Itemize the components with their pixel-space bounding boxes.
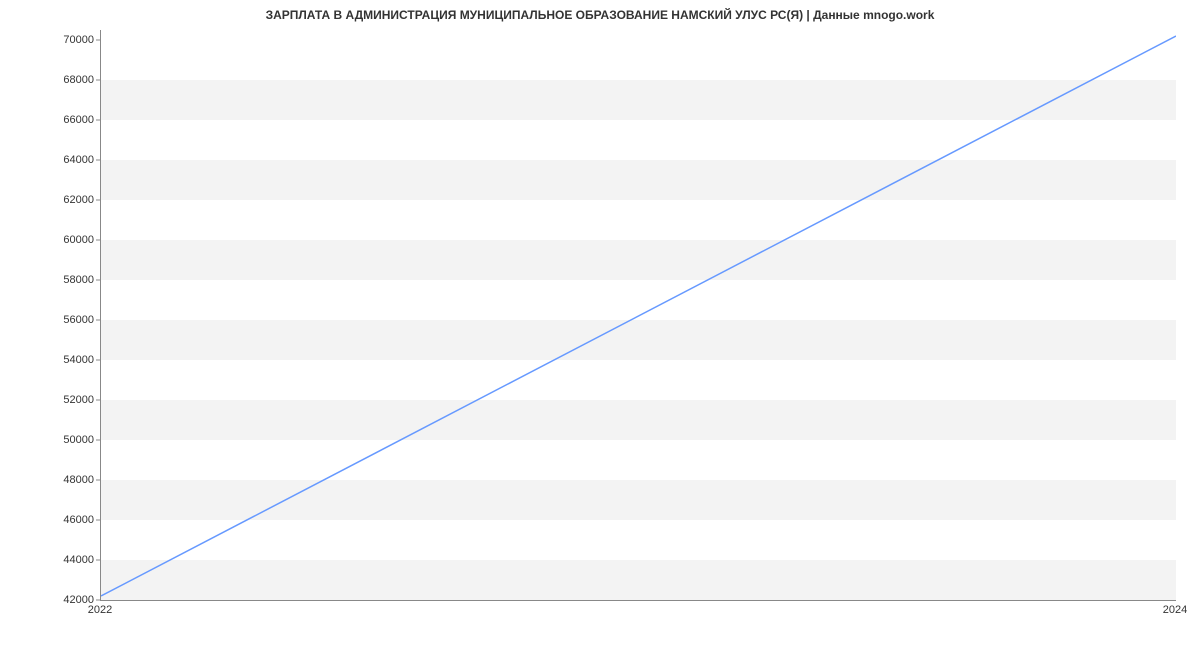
y-tick-mark [96, 240, 100, 241]
chart-container: ЗАРПЛАТА В АДМИНИСТРАЦИЯ МУНИЦИПАЛЬНОЕ О… [0, 0, 1200, 650]
y-tick-label: 62000 [4, 194, 94, 206]
y-tick-mark [96, 200, 100, 201]
y-tick-mark [96, 520, 100, 521]
y-tick-mark [96, 160, 100, 161]
y-tick-label: 64000 [4, 154, 94, 166]
y-tick-label: 50000 [4, 434, 94, 446]
y-tick-mark [96, 360, 100, 361]
y-tick-label: 66000 [4, 114, 94, 126]
y-tick-label: 70000 [4, 34, 94, 46]
x-tick-label: 2024 [1163, 604, 1187, 616]
y-tick-label: 56000 [4, 314, 94, 326]
y-tick-label: 42000 [4, 594, 94, 606]
y-tick-mark [96, 80, 100, 81]
y-tick-label: 48000 [4, 474, 94, 486]
y-tick-mark [96, 600, 100, 601]
y-tick-mark [96, 120, 100, 121]
x-tick-label: 2022 [88, 604, 112, 616]
y-tick-mark [96, 280, 100, 281]
y-tick-label: 54000 [4, 354, 94, 366]
y-tick-label: 60000 [4, 234, 94, 246]
y-tick-label: 58000 [4, 274, 94, 286]
y-tick-mark [96, 480, 100, 481]
y-tick-mark [96, 320, 100, 321]
plot-area [100, 30, 1176, 601]
y-tick-label: 52000 [4, 394, 94, 406]
y-tick-mark [96, 400, 100, 401]
y-tick-mark [96, 560, 100, 561]
y-tick-label: 44000 [4, 554, 94, 566]
y-tick-label: 46000 [4, 514, 94, 526]
chart-title: ЗАРПЛАТА В АДМИНИСТРАЦИЯ МУНИЦИПАЛЬНОЕ О… [0, 8, 1200, 22]
line-series [101, 30, 1176, 600]
y-tick-mark [96, 440, 100, 441]
y-tick-mark [96, 40, 100, 41]
y-tick-label: 68000 [4, 74, 94, 86]
